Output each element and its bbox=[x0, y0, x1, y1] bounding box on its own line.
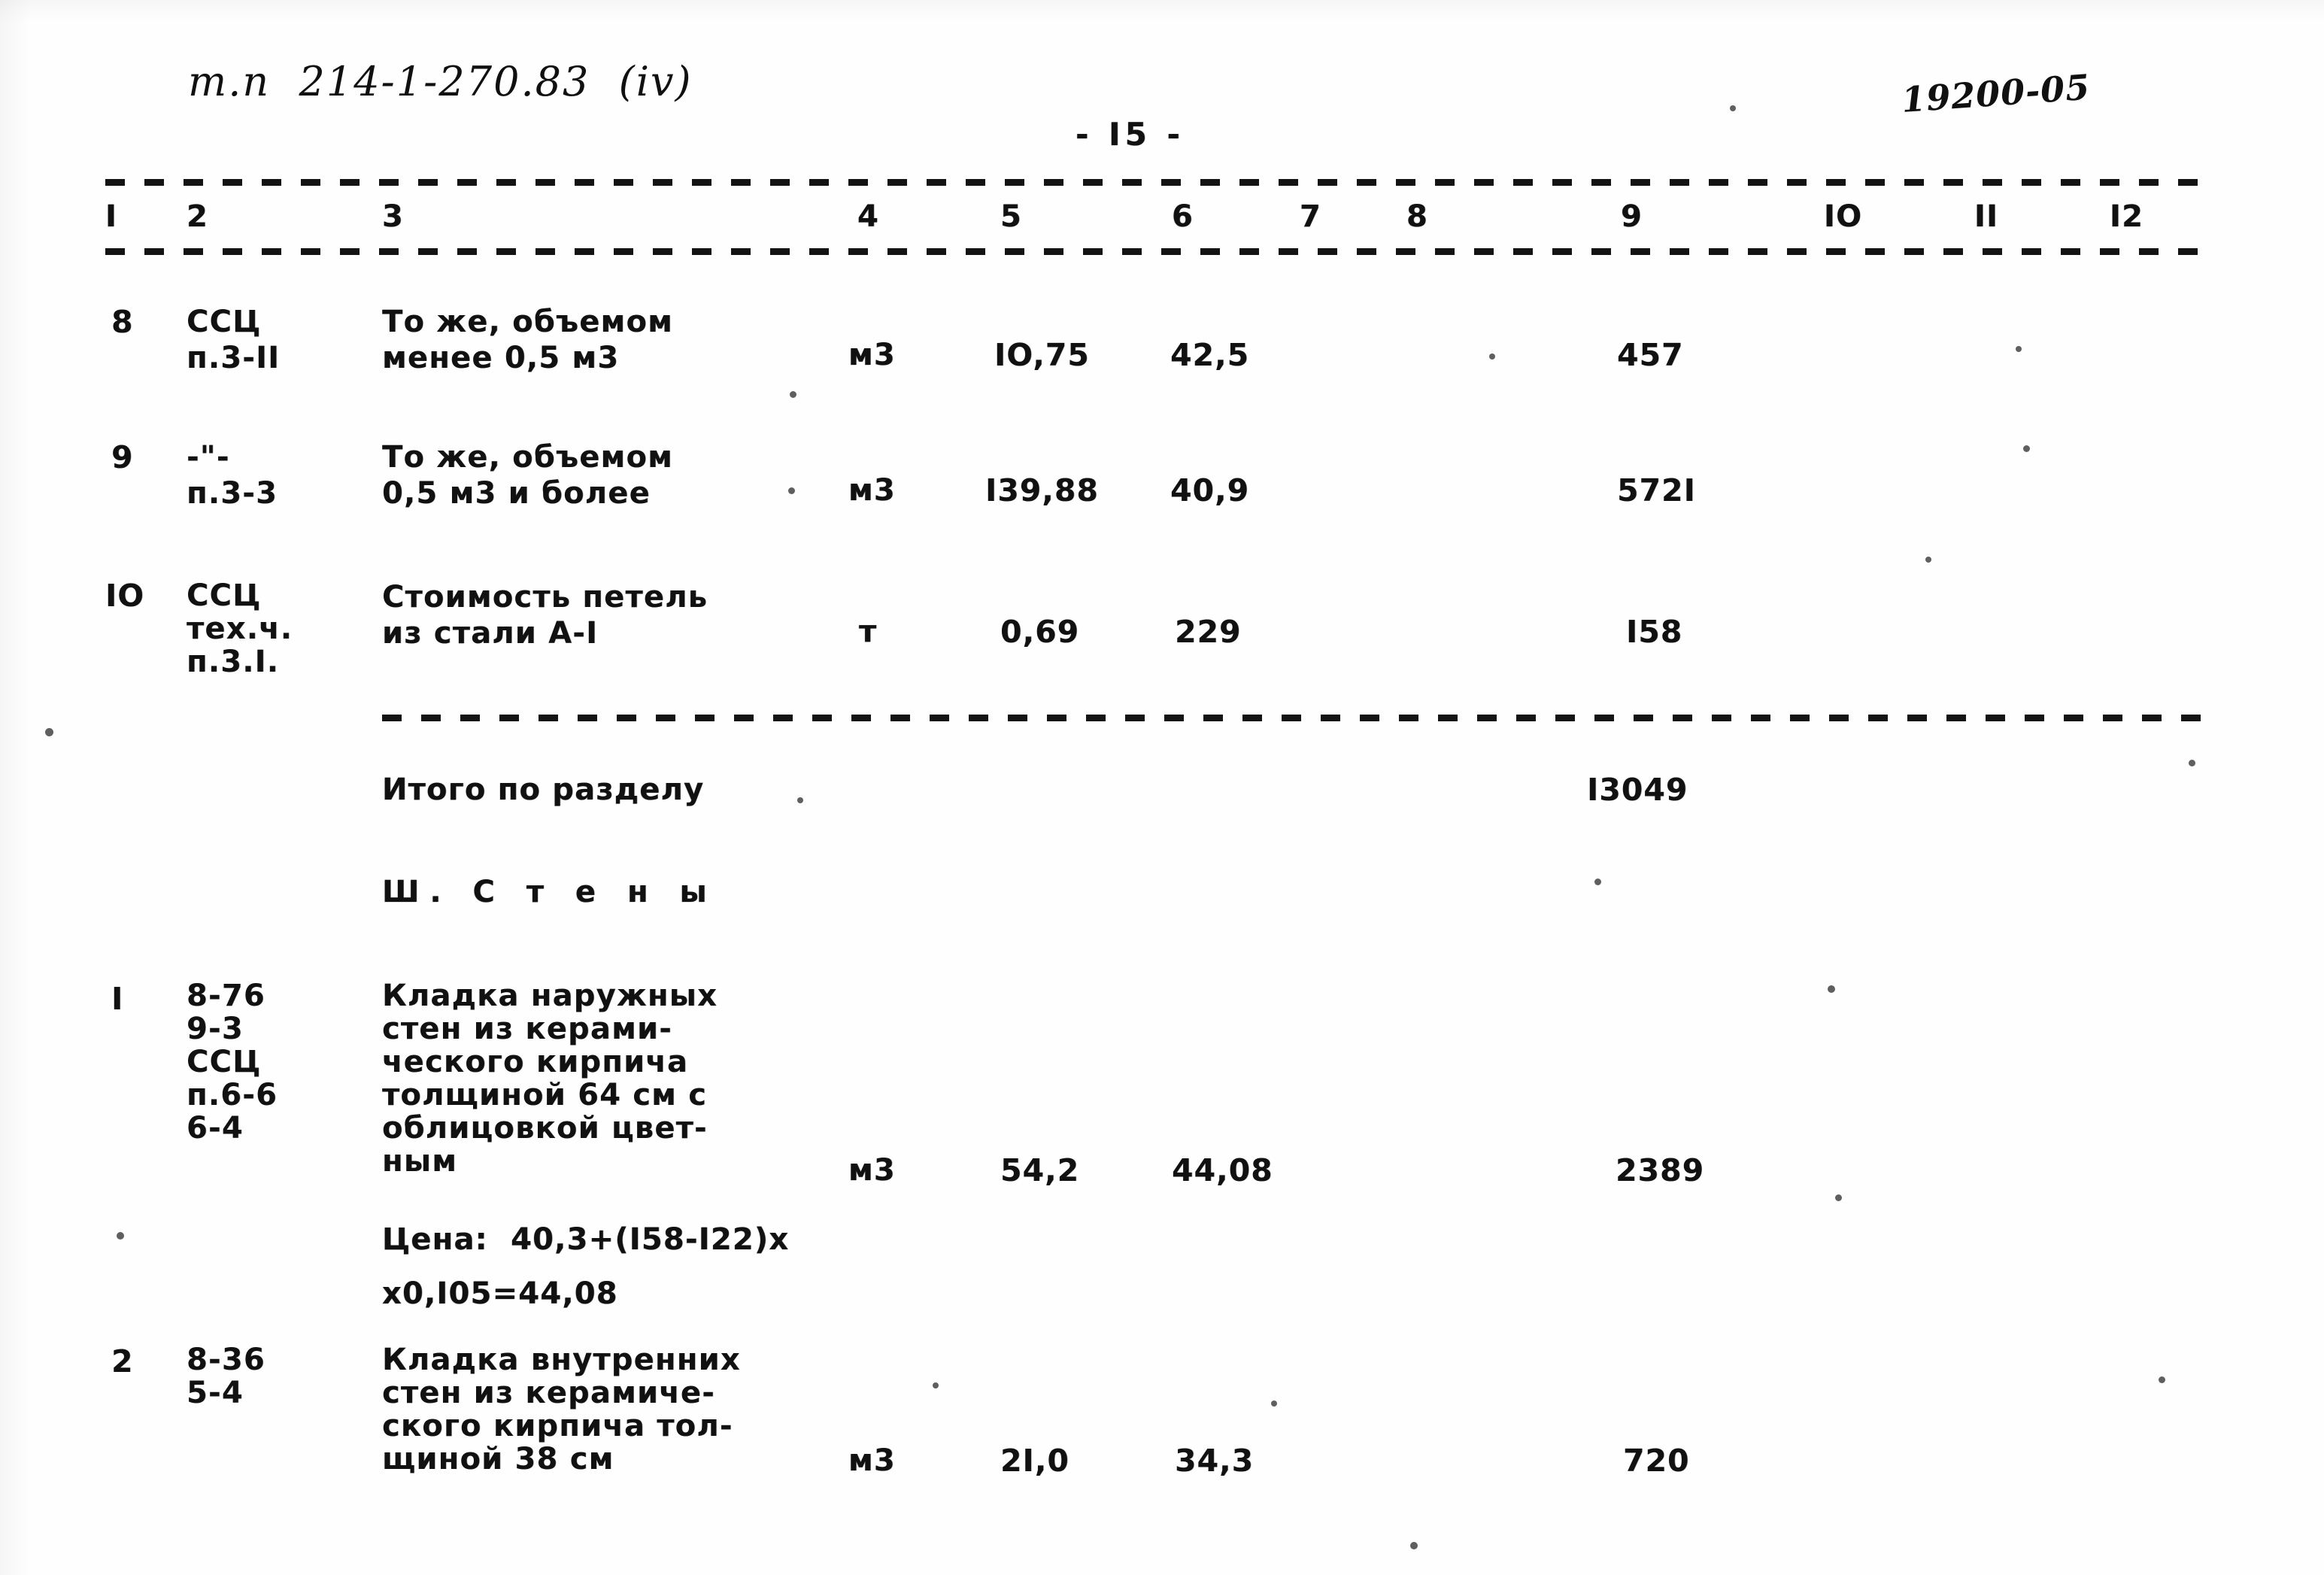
scan-speck bbox=[790, 391, 796, 398]
row-price: 44,08 bbox=[1172, 1152, 1273, 1188]
row-unit: т bbox=[859, 615, 878, 649]
price-formula-line-2: х0,I05=44,08 bbox=[382, 1276, 618, 1311]
column-header-7: 7 bbox=[1300, 199, 1322, 234]
row-description: Кладка наружных стен из керами- ческого … bbox=[382, 979, 718, 1179]
scan-speck bbox=[933, 1382, 939, 1388]
row-quantity: IO,75 bbox=[994, 337, 1090, 373]
column-header-6: 6 bbox=[1172, 199, 1194, 234]
row-unit: м3 bbox=[848, 338, 896, 372]
row-code: 8-36 5-4 bbox=[187, 1343, 265, 1410]
row-price: 229 bbox=[1175, 614, 1242, 650]
scan-speck bbox=[2159, 1376, 2165, 1383]
scan-speck bbox=[1489, 354, 1495, 360]
row-price: 40,9 bbox=[1170, 472, 1250, 508]
row-quantity: 0,69 bbox=[1000, 614, 1080, 650]
table-row: 9 bbox=[111, 439, 134, 475]
row-description: То же, объемом менее 0,5 м3 bbox=[382, 305, 674, 375]
row-unit: м3 bbox=[848, 1153, 896, 1188]
section-title: Ш. С т е н ы bbox=[382, 875, 718, 909]
scan-speck bbox=[1594, 879, 1601, 885]
scan-speck bbox=[788, 487, 795, 494]
scan-speck bbox=[1271, 1401, 1277, 1407]
column-header-11: II bbox=[1974, 199, 1999, 234]
row-description: Кладка внутренних стен из керамиче- ског… bbox=[382, 1343, 741, 1476]
price-formula-line-1: Цена: 40,3+(I58-I22)х bbox=[382, 1222, 790, 1257]
row-quantity: 2I,0 bbox=[1000, 1443, 1069, 1479]
scan-speck bbox=[45, 728, 53, 736]
scan-speck bbox=[1410, 1542, 1418, 1549]
row-description: Стоимость петель из стали А-I bbox=[382, 580, 708, 651]
scan-speck bbox=[2016, 346, 2022, 352]
table-row: I bbox=[111, 981, 124, 1017]
row-unit: м3 bbox=[848, 473, 896, 508]
row-total: 457 bbox=[1617, 337, 1684, 373]
column-header-1: I bbox=[105, 199, 118, 234]
row-quantity: I39,88 bbox=[985, 472, 1099, 508]
page-number-label: - I5 - bbox=[1076, 116, 1185, 153]
header-rule-top bbox=[105, 179, 2211, 186]
row-code: ССЦ п.3-II bbox=[187, 305, 281, 375]
row-price: 34,3 bbox=[1175, 1443, 1255, 1479]
scan-speck bbox=[2189, 760, 2195, 766]
project-code-handwritten: т.п 214-1-270.83 (iv) bbox=[188, 58, 693, 105]
column-header-8: 8 bbox=[1406, 199, 1429, 234]
subtotal-label: Итого по разделу bbox=[382, 772, 705, 807]
scan-speck bbox=[1925, 557, 1931, 563]
scan-speck bbox=[797, 797, 803, 803]
header-rule-bottom bbox=[105, 248, 2211, 255]
column-header-10: IO bbox=[1824, 199, 1863, 234]
column-header-9: 9 bbox=[1621, 199, 1643, 234]
column-header-3: 3 bbox=[382, 199, 405, 234]
column-header-5: 5 bbox=[1000, 199, 1023, 234]
column-header-12: I2 bbox=[2110, 199, 2144, 234]
row-total: I58 bbox=[1626, 614, 1683, 650]
row-total: 572I bbox=[1617, 472, 1696, 508]
row-price: 42,5 bbox=[1170, 337, 1250, 373]
table-row: IO bbox=[105, 578, 145, 614]
subtotal-value: I3049 bbox=[1587, 772, 1688, 808]
row-code: ССЦ тех.ч. п.3.I. bbox=[187, 578, 293, 679]
subtotal-separator-rule bbox=[382, 715, 2210, 721]
row-total: 2389 bbox=[1616, 1152, 1705, 1188]
scan-speck bbox=[117, 1232, 124, 1240]
scan-speck bbox=[1835, 1194, 1842, 1201]
scan-speck bbox=[2023, 445, 2030, 452]
row-quantity: 54,2 bbox=[1000, 1152, 1080, 1188]
scan-speck bbox=[1828, 985, 1835, 993]
table-row: 8 bbox=[111, 304, 134, 340]
scan-edge-shading bbox=[0, 0, 2324, 1575]
stamp-number-handwritten: 19200-05 bbox=[1900, 66, 2092, 120]
row-code: -"- п.3-3 bbox=[187, 440, 278, 511]
row-unit: м3 bbox=[848, 1443, 896, 1478]
scan-speck bbox=[1730, 105, 1736, 111]
scanned-document-page: т.п 214-1-270.83 (iv) 19200-05 - I5 - I … bbox=[0, 0, 2324, 1575]
row-description: То же, объемом 0,5 м3 и более bbox=[382, 440, 674, 511]
column-header-4: 4 bbox=[857, 199, 880, 234]
column-header-2: 2 bbox=[187, 199, 209, 234]
row-code: 8-76 9-3 ССЦ п.6-6 6-4 bbox=[187, 979, 278, 1146]
row-total: 720 bbox=[1623, 1443, 1690, 1479]
table-row: 2 bbox=[111, 1343, 134, 1379]
